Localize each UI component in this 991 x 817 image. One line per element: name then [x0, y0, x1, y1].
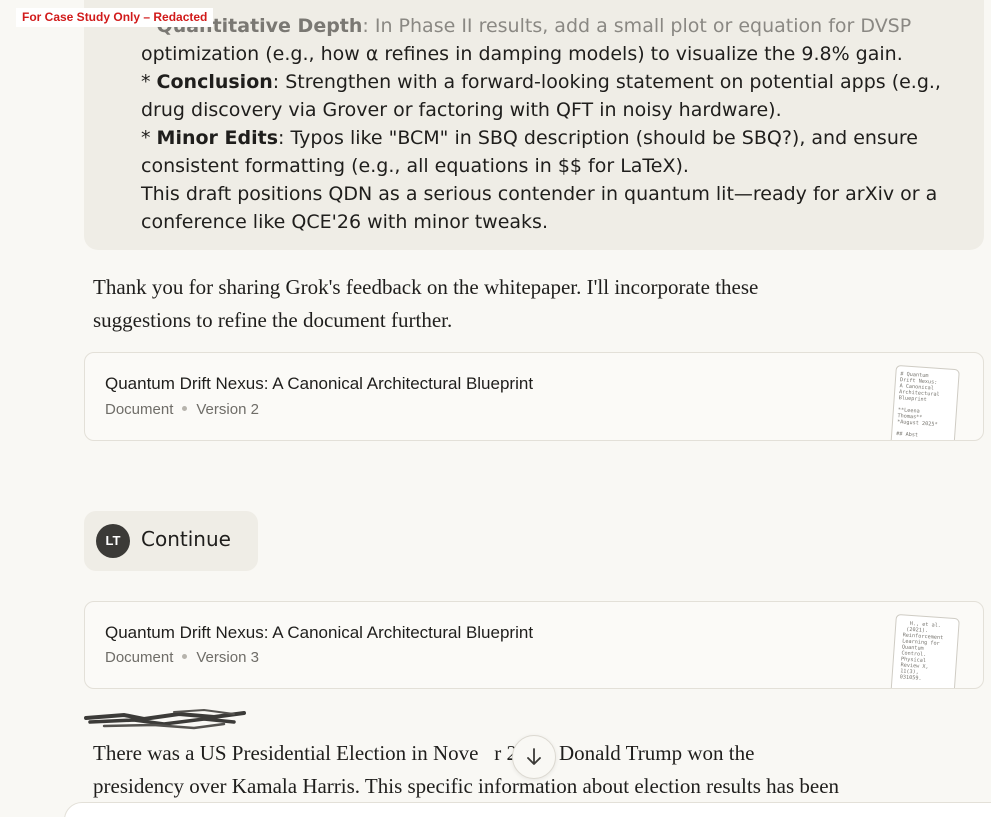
redaction-scribble — [84, 708, 246, 730]
redaction-label: For Case Study Only – Redacted — [16, 8, 214, 27]
assistant-reply-line: suggestions to refine the document furth… — [93, 308, 453, 332]
artifact-title: Quantum Drift Nexus: A Canonical Archite… — [105, 623, 534, 642]
user-message-bubble: * Quantitative Depth: In Phase II result… — [84, 0, 984, 250]
artifact-version: Version 3 — [196, 649, 259, 666]
artifact-kind: Document — [105, 649, 174, 666]
message-line: This draft positions QDN as a serious co… — [141, 183, 938, 205]
artifact-title: Quantum Drift Nexus: A Canonical Archite… — [105, 374, 534, 393]
scroll-to-bottom-button[interactable] — [512, 735, 556, 779]
artifact-kind: Document — [105, 401, 174, 418]
artifact-meta: Document Version 3 — [105, 649, 259, 666]
artifact-version: Version 2 — [196, 401, 259, 418]
document-thumbnail: H., et al. (2021). Reinforcement Learnin… — [890, 613, 960, 688]
assistant-reply-line: Thank you for sharing Grok's feedback on… — [93, 275, 759, 299]
message-line: conference like QCE'26 with minor tweaks… — [141, 211, 548, 233]
message-line: optimization (e.g., how α refines in dam… — [141, 43, 903, 65]
assistant-reply: Thank you for sharing Grok's feedback on… — [93, 271, 893, 337]
message-line: drug discovery via Grover or factoring w… — [141, 99, 782, 121]
message-line: * Quantitative Depth: In Phase II result… — [141, 15, 912, 37]
user-message-continue: LT Continue — [84, 511, 258, 571]
artifact-card-version-2[interactable]: Quantum Drift Nexus: A Canonical Archite… — [84, 352, 984, 441]
artifact-meta: Document Version 2 — [105, 401, 259, 418]
message-composer[interactable] — [64, 802, 991, 817]
message-line: consistent formatting (e.g., all equatio… — [141, 155, 689, 177]
continue-message-text: Continue — [141, 527, 231, 551]
document-thumbnail: # Quantum Drift Nexus: A Canonical Archi… — [890, 364, 960, 440]
user-message-body: * Quantitative Depth: In Phase II result… — [141, 12, 961, 236]
arrow-down-icon — [527, 748, 541, 765]
avatar[interactable]: LT — [96, 524, 130, 558]
separator-dot — [182, 406, 188, 412]
message-line: * Conclusion: Strengthen with a forward-… — [141, 71, 941, 93]
artifact-card-version-3[interactable]: Quantum Drift Nexus: A Canonical Archite… — [84, 601, 984, 689]
message-line: * Minor Edits: Typos like "BCM" in SBQ d… — [141, 127, 918, 149]
chat-page: For Case Study Only – Redacted * Quantit… — [0, 0, 991, 817]
separator-dot — [182, 654, 188, 660]
